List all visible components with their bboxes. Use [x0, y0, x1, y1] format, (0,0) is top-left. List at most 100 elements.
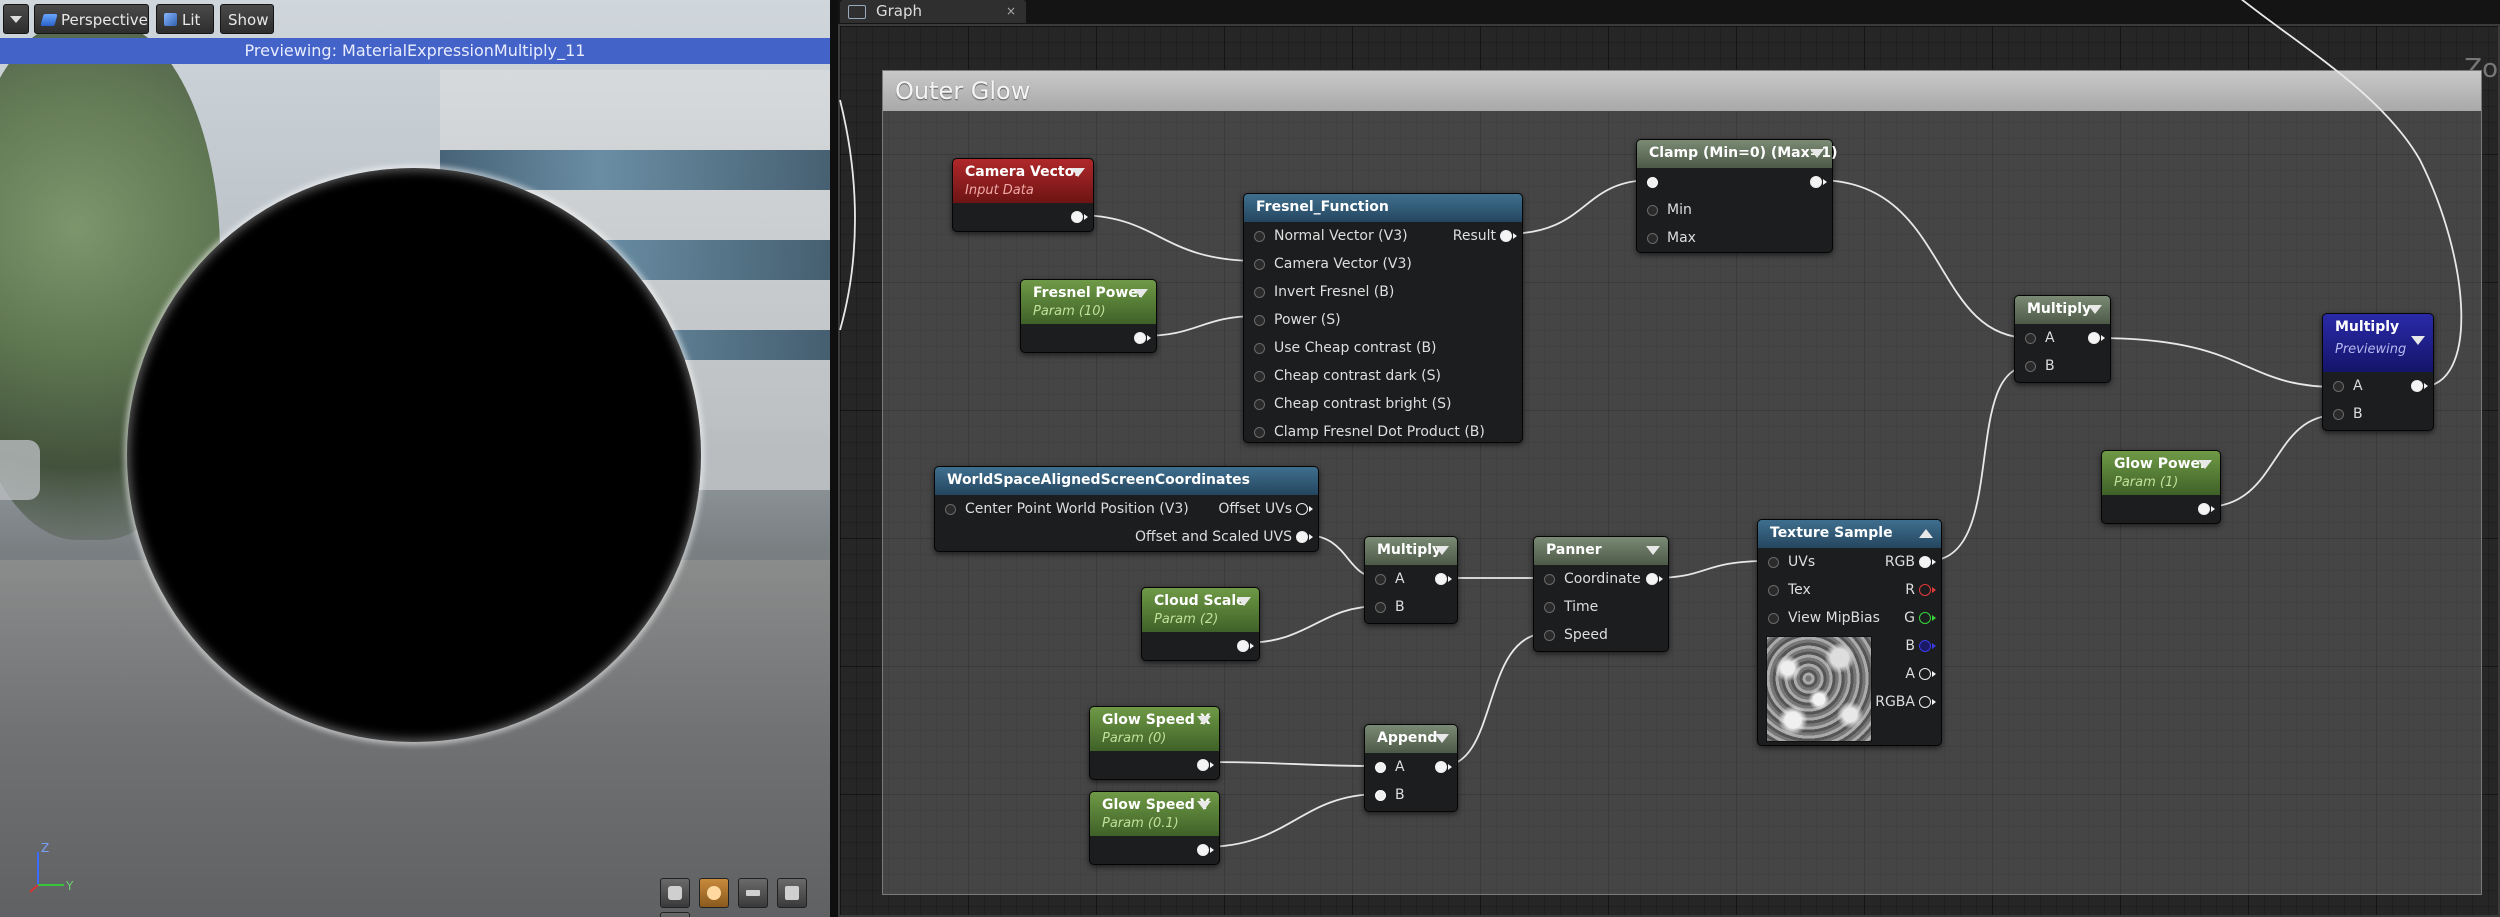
output-pin[interactable]	[1296, 503, 1313, 515]
node-multiply-previewing[interactable]: Multiply Previewing A B	[2322, 313, 2434, 431]
output-pin[interactable]	[1435, 761, 1452, 773]
collapse-arrow-icon[interactable]	[2411, 336, 2425, 345]
node-title: Multiply	[2335, 319, 2400, 335]
pin-label: Min	[1667, 202, 1692, 218]
node-panner[interactable]: Panner Coordinate Time Speed	[1533, 536, 1669, 652]
node-title: Multiply	[1377, 542, 1442, 558]
node-clamp[interactable]: Clamp (Min=0) (Max=1) Min Max	[1636, 139, 1838, 253]
output-pin[interactable]	[2088, 332, 2105, 344]
pin-label: Cheap contrast bright (S)	[1274, 396, 1452, 412]
input-pin[interactable]	[2025, 361, 2036, 372]
node-subtitle: Param (0.1)	[1102, 816, 1179, 831]
collapse-arrow-icon[interactable]	[1810, 149, 1824, 158]
output-pin[interactable]	[1500, 230, 1517, 242]
node-fresnel-power[interactable]: Fresnel Power Param (10)	[1020, 279, 1157, 353]
output-pin[interactable]	[1197, 759, 1214, 771]
pin-label: R	[1905, 582, 1915, 598]
output-pin[interactable]	[1237, 640, 1254, 652]
output-pin[interactable]	[1919, 584, 1936, 596]
pin-label: Normal Vector (V3)	[1274, 228, 1408, 244]
output-pin[interactable]	[1919, 696, 1936, 708]
input-pin[interactable]	[1647, 205, 1658, 216]
node-subtitle: Param (2)	[1154, 612, 1219, 627]
node-title: Fresnel Power	[1033, 285, 1145, 301]
pin-label: B	[2045, 358, 2055, 374]
collapse-arrow-icon[interactable]	[1071, 168, 1085, 177]
node-cloud-scale[interactable]: Cloud Scale Param (2)	[1141, 587, 1260, 661]
input-pin[interactable]	[2333, 409, 2344, 420]
input-pin[interactable]	[1254, 399, 1265, 410]
input-pin[interactable]	[1254, 315, 1265, 326]
input-pin[interactable]	[1768, 557, 1779, 568]
pin-label: A	[2353, 378, 2363, 394]
output-pin[interactable]	[2198, 503, 2215, 515]
pin-label: Time	[1564, 599, 1599, 615]
pin-label: Power (S)	[1274, 312, 1341, 328]
input-pin[interactable]	[1647, 233, 1658, 244]
pin-label: Cheap contrast dark (S)	[1274, 368, 1441, 384]
output-pin[interactable]	[1134, 332, 1151, 344]
pin-label: Clamp Fresnel Dot Product (B)	[1274, 424, 1485, 440]
collapse-arrow-icon[interactable]	[2088, 305, 2102, 314]
output-pin[interactable]	[1071, 211, 1088, 223]
node-title: WorldSpaceAlignedScreenCoordinates	[947, 472, 1250, 488]
output-pin[interactable]	[1919, 612, 1936, 624]
collapse-arrow-icon[interactable]	[2198, 460, 2212, 469]
input-pin[interactable]	[1375, 790, 1386, 801]
output-pin[interactable]	[1435, 573, 1452, 585]
input-pin[interactable]	[1544, 602, 1555, 613]
input-pin[interactable]	[1544, 630, 1555, 641]
input-pin[interactable]	[1375, 762, 1386, 773]
output-pin[interactable]	[1919, 668, 1936, 680]
node-multiply-mid[interactable]: Multiply A B	[1364, 536, 1458, 624]
wire-texture-to-multiply	[1927, 365, 2031, 562]
input-pin[interactable]	[1254, 259, 1265, 270]
node-glow-power[interactable]: Glow Power Param (1)	[2101, 450, 2221, 524]
collapse-arrow-icon[interactable]	[1919, 529, 1933, 538]
node-glow-speed-y[interactable]: Glow Speed Y Param (0.1)	[1089, 791, 1220, 865]
collapse-arrow-icon[interactable]	[1435, 546, 1449, 555]
node-glow-speed-x[interactable]: Glow Speed X Param (0)	[1089, 706, 1220, 780]
input-pin[interactable]	[2333, 381, 2344, 392]
output-pin[interactable]	[1919, 640, 1936, 652]
output-pin[interactable]	[1919, 556, 1936, 568]
collapse-arrow-icon[interactable]	[1435, 734, 1449, 743]
input-pin[interactable]	[1768, 613, 1779, 624]
input-pin[interactable]	[945, 504, 956, 515]
input-pin[interactable]	[1254, 427, 1265, 438]
collapse-arrow-icon[interactable]	[1646, 546, 1660, 555]
wire-clamp-to-multiply	[1817, 179, 2031, 339]
pin-label: Coordinate	[1564, 571, 1641, 587]
input-pin[interactable]	[1254, 287, 1265, 298]
output-pin[interactable]	[1810, 176, 1827, 188]
input-pin[interactable]	[1647, 177, 1658, 188]
input-pin[interactable]	[1544, 574, 1555, 585]
node-subtitle: Param (1)	[2114, 475, 2179, 490]
node-camera-vector[interactable]: Camera Vector Input Data	[952, 158, 1094, 232]
node-subtitle: Param (0)	[1102, 731, 1167, 746]
output-pin[interactable]	[1296, 531, 1313, 543]
input-pin[interactable]	[1375, 574, 1386, 585]
output-pin[interactable]	[2411, 380, 2428, 392]
node-multiply-top[interactable]: Multiply A B	[2014, 295, 2111, 383]
pin-label: A	[2045, 330, 2055, 346]
collapse-arrow-icon[interactable]	[1197, 801, 1211, 810]
node-worldspace-aligned-screen-coordinates[interactable]: WorldSpaceAlignedScreenCoordinates Cente…	[934, 466, 1319, 552]
pin-label: View MipBias	[1788, 610, 1880, 626]
collapse-arrow-icon[interactable]	[1134, 289, 1148, 298]
pin-label: RGB	[1884, 554, 1915, 570]
collapse-arrow-icon[interactable]	[1197, 716, 1211, 725]
input-pin[interactable]	[1375, 602, 1386, 613]
input-pin[interactable]	[1254, 231, 1265, 242]
node-texture-sample[interactable]: Texture Sample UVs RGB Tex R View MipBias G…	[1757, 519, 1942, 746]
node-append[interactable]: Append A B	[1364, 724, 1458, 812]
input-pin[interactable]	[1254, 371, 1265, 382]
pin-label: Camera Vector (V3)	[1274, 256, 1412, 272]
input-pin[interactable]	[1254, 343, 1265, 354]
input-pin[interactable]	[1768, 585, 1779, 596]
collapse-arrow-icon[interactable]	[1237, 597, 1251, 606]
input-pin[interactable]	[2025, 333, 2036, 344]
output-pin[interactable]	[1646, 573, 1663, 585]
node-fresnel-function[interactable]: Fresnel_Function Normal Vector (V3) Resul…	[1243, 193, 1523, 443]
output-pin[interactable]	[1197, 844, 1214, 856]
